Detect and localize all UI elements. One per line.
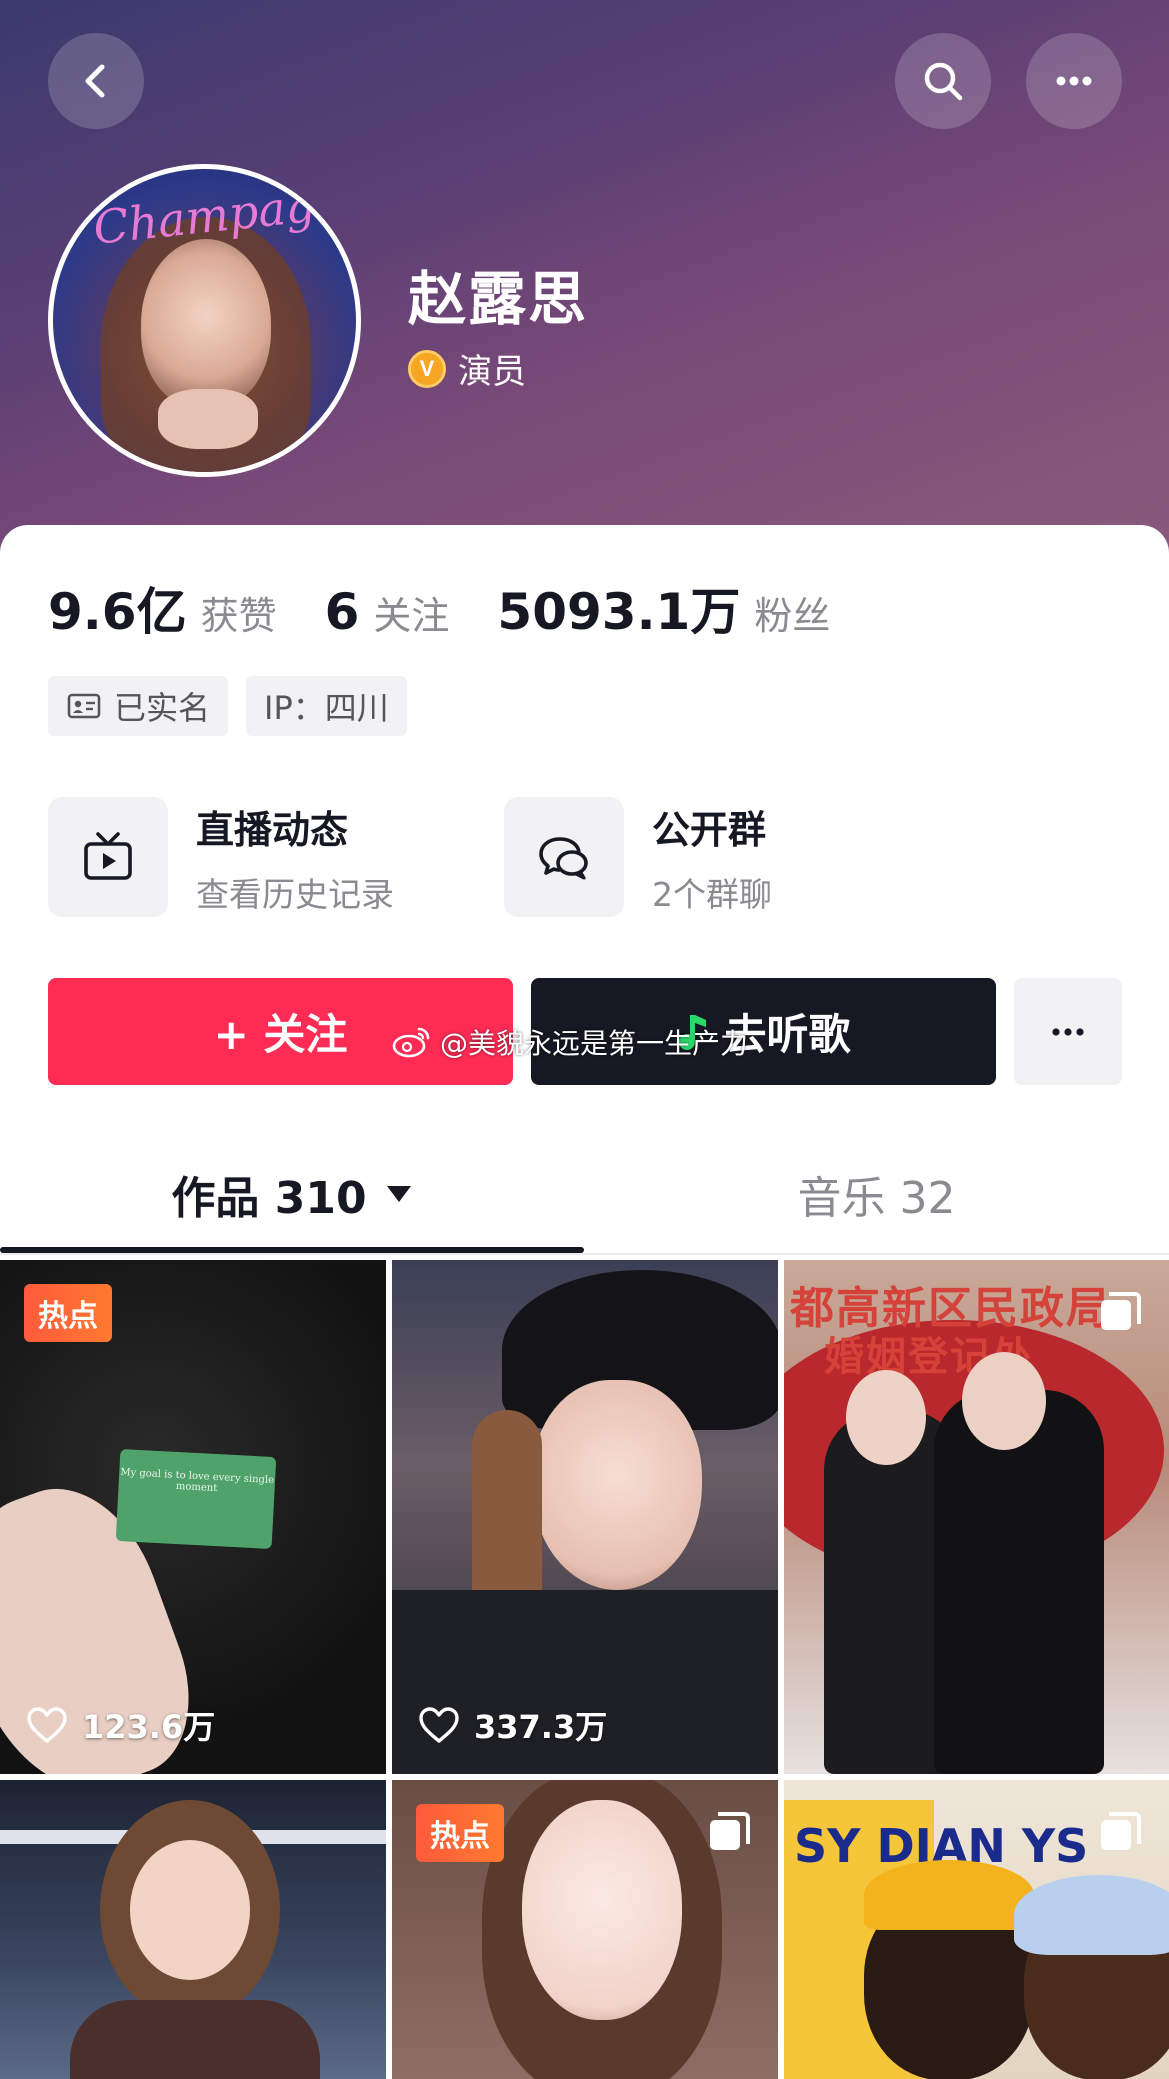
group-entry-icon-box [504, 797, 624, 917]
verify-label: 演员 [458, 352, 526, 392]
face-shape [130, 1840, 250, 1980]
more-actions-button[interactable] [1014, 978, 1122, 1085]
more-dots-icon [1052, 1027, 1084, 1036]
video-item[interactable]: SY DIAN YS [784, 1780, 1169, 2079]
dropdown-triangle-icon[interactable] [385, 1184, 413, 1204]
multi-image-icon [710, 1812, 750, 1850]
tab-works[interactable]: 作品 310 [0, 1130, 584, 1258]
tab-works-label: 作品 310 [171, 1173, 367, 1224]
video-item[interactable] [0, 1780, 386, 2079]
group-entry-title: 公开群 [652, 807, 767, 852]
follow-button-label: + 关注 [213, 1010, 348, 1059]
realname-label: 已实名 [114, 689, 211, 727]
live-entry-subtitle: 查看历史记录 [196, 874, 394, 914]
more-options-button[interactable] [1026, 33, 1122, 129]
like-count-overlay: 337.3万 [418, 1702, 607, 1748]
chat-bubbles-icon [539, 837, 588, 880]
likes-label[interactable]: 获赞 [201, 585, 277, 640]
following-label[interactable]: 关注 [373, 585, 449, 640]
avatar[interactable]: Champagne [48, 164, 361, 477]
face-shape [532, 1380, 702, 1590]
face-shape [522, 1800, 682, 2020]
video-item[interactable]: My goal is to love every single moment 热… [0, 1260, 386, 1774]
like-count-overlay: 123.6万 [26, 1702, 215, 1748]
profile-name: 赵露思 [408, 265, 589, 333]
video-item[interactable]: 热点 [392, 1780, 778, 2079]
id-card-icon [67, 693, 101, 719]
tab-divider [0, 1253, 1169, 1255]
search-button[interactable] [895, 33, 991, 129]
like-count: 123.6万 [82, 1708, 216, 1746]
more-dots-icon [1056, 76, 1092, 86]
shirt-shape [70, 2000, 320, 2079]
like-count: 337.3万 [474, 1708, 608, 1746]
action-buttons: + 关注 去听歌 [48, 978, 1122, 1085]
multi-image-icon [1101, 1292, 1141, 1330]
listen-music-button[interactable]: 去听歌 [531, 978, 996, 1085]
stats-row: 9.6亿 获赞 6 关注 5093.1万 粉丝 [48, 572, 864, 644]
verify-v-icon: V [408, 349, 446, 388]
back-button[interactable] [48, 33, 144, 129]
hot-badge: 热点 [416, 1804, 504, 1862]
avatar-face [141, 239, 271, 409]
followers-count[interactable]: 5093.1万 [497, 572, 740, 644]
verification-row[interactable]: V 演员 [408, 344, 526, 393]
search-icon [924, 62, 963, 101]
multi-image-icon [1101, 1812, 1141, 1850]
toy-hat [864, 1860, 1034, 1930]
following-count[interactable]: 6 [325, 583, 360, 641]
realname-tag[interactable]: 已实名 [48, 676, 229, 736]
public-group-entry[interactable]: 公开群 2个群聊 [504, 797, 772, 917]
listen-button-label: 去听歌 [724, 1010, 851, 1059]
toy-bonnet [1014, 1875, 1169, 1955]
heart-icon [419, 1707, 459, 1743]
person-2 [934, 1390, 1104, 1774]
heart-icon [27, 1707, 67, 1743]
group-entry-subtitle: 2个群聊 [652, 874, 772, 914]
followers-label[interactable]: 粉丝 [754, 585, 830, 640]
tags-row: 已实名 IP：四川 [48, 676, 407, 736]
ip-label: IP：四川 [264, 689, 389, 727]
avatar-hands [158, 389, 258, 449]
hot-badge: 热点 [24, 1284, 112, 1342]
music-note-icon [679, 1014, 707, 1050]
content-tabs: 作品 310 音乐 32 [0, 1130, 1169, 1258]
green-card: My goal is to love every single moment [115, 1448, 277, 1550]
ip-tag: IP：四川 [246, 676, 407, 736]
video-item[interactable]: 都高新区民政局 婚姻登记处 [784, 1260, 1169, 1774]
tab-music[interactable]: 音乐 32 [584, 1130, 1169, 1258]
video-item[interactable]: 337.3万 [392, 1260, 778, 1774]
live-entry-title: 直播动态 [196, 807, 349, 852]
tab-active-indicator [0, 1247, 584, 1253]
tv-icon [84, 832, 132, 880]
likes-count[interactable]: 9.6亿 [48, 572, 187, 644]
back-arrow-icon [85, 64, 105, 98]
live-history-entry[interactable]: 直播动态 查看历史记录 [48, 797, 394, 917]
tab-music-label: 音乐 32 [797, 1173, 956, 1224]
face-1 [846, 1370, 926, 1465]
live-entry-icon-box [48, 797, 168, 917]
face-2 [962, 1352, 1046, 1450]
follow-button[interactable]: + 关注 [48, 978, 513, 1085]
